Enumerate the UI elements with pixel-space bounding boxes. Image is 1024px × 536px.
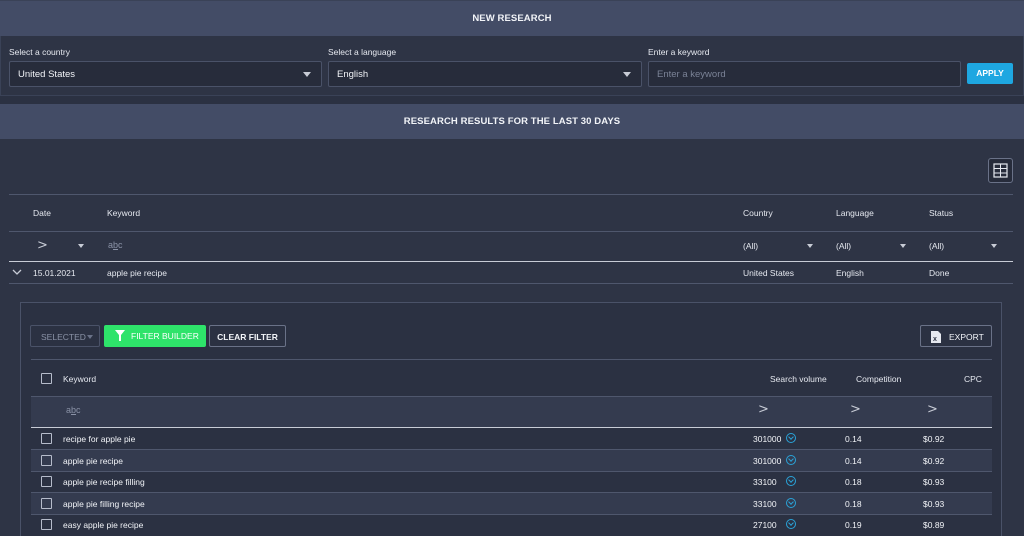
row-search-volume: 33100 [753, 477, 777, 487]
row-search-volume: 27100 [753, 520, 777, 530]
chevron-down-icon [623, 72, 631, 77]
chevron-down-icon [87, 335, 93, 339]
keyword-input[interactable]: Enter a keyword [648, 61, 961, 87]
chevron-down-circle-icon[interactable] [786, 455, 796, 465]
chevron-down-circle-icon[interactable] [786, 433, 796, 443]
col-status[interactable]: Status [929, 208, 953, 218]
row-keyword: recipe for apple pie [63, 434, 136, 444]
country-value: United States [18, 69, 76, 80]
row-keyword: easy apple pie recipe [63, 520, 144, 530]
row-checkbox[interactable] [41, 498, 52, 509]
chevron-down-circle-icon[interactable] [786, 476, 796, 486]
divider [9, 231, 1013, 232]
clear-filter-button[interactable]: CLEAR FILTER [209, 325, 286, 347]
row-search-volume: 301000 [753, 456, 782, 466]
country-label: Select a country [9, 47, 70, 57]
chevron-down-icon[interactable] [991, 244, 997, 248]
row-cpc: $0.89 [923, 520, 945, 530]
divider [31, 359, 992, 360]
col-competition[interactable]: Competition [856, 374, 901, 384]
search-volume-filter-operator[interactable]: > [758, 402, 769, 417]
keyword-label: Enter a keyword [648, 47, 710, 57]
col-cpc[interactable]: CPC [964, 374, 982, 384]
row-competition: 0.19 [845, 520, 862, 530]
divider [9, 194, 1013, 195]
selected-dropdown[interactable]: SELECTED [30, 325, 100, 347]
col-search-volume[interactable]: Search volume [770, 374, 827, 384]
new-research-title: NEW RESEARCH [0, 1, 1024, 36]
row-cpc: $0.92 [923, 456, 945, 466]
country-filter[interactable]: (All) [743, 241, 758, 251]
export-label: EXPORT [949, 332, 984, 342]
select-all-checkbox[interactable] [41, 373, 52, 384]
row-search-volume: 33100 [753, 499, 777, 509]
svg-text:x: x [933, 336, 937, 343]
table-row[interactable]: apple pie recipe filling 33100 0.18 $0.93 [31, 471, 992, 492]
row-cpc: $0.93 [923, 499, 945, 509]
apply-button[interactable]: APPLY [967, 63, 1013, 84]
results-title: RESEARCH RESULTS FOR THE LAST 30 DAYS [0, 104, 1024, 139]
row-checkbox[interactable] [41, 476, 52, 487]
row-keyword: apple pie recipe [107, 268, 168, 278]
country-select[interactable]: United States [9, 61, 322, 87]
row-checkbox[interactable] [41, 455, 52, 466]
row-keyword: apple pie filling recipe [63, 499, 145, 509]
status-filter[interactable]: (All) [929, 241, 944, 251]
row-checkbox[interactable] [41, 433, 52, 444]
chevron-down-icon[interactable] [78, 244, 84, 248]
col-language[interactable]: Language [836, 208, 874, 218]
language-value: English [337, 69, 369, 80]
cpc-filter-operator[interactable]: > [927, 402, 938, 417]
row-competition: 0.18 [845, 499, 862, 509]
keyword-placeholder: Enter a keyword [657, 69, 726, 80]
row-date: 15.01.2021 [33, 268, 76, 278]
row-search-volume: 301000 [753, 434, 782, 444]
language-select[interactable]: English [328, 61, 642, 87]
table-row[interactable]: apple pie recipe 301000 0.14 $0.92 [31, 450, 992, 471]
excel-icon: x [931, 331, 941, 343]
language-filter[interactable]: (All) [836, 241, 851, 251]
text-search-icon[interactable]: abc [66, 405, 81, 415]
chevron-down-icon[interactable] [12, 268, 22, 276]
chevron-down-circle-icon[interactable] [786, 519, 796, 529]
table-row[interactable]: apple pie filling recipe 33100 0.18 $0.93 [31, 493, 992, 514]
row-cpc: $0.92 [923, 434, 945, 444]
filter-builder-button[interactable]: FILTER BUILDER [104, 325, 206, 347]
table-row[interactable]: recipe for apple pie 301000 0.14 $0.92 [31, 428, 992, 449]
row-competition: 0.14 [845, 434, 862, 444]
row-keyword: apple pie recipe filling [63, 477, 145, 487]
date-filter-operator[interactable]: > [37, 238, 48, 253]
row-language: English [836, 268, 864, 278]
filter-builder-label: FILTER BUILDER [131, 331, 199, 341]
language-label: Select a language [328, 47, 397, 57]
row-checkbox[interactable] [41, 519, 52, 530]
competition-filter-operator[interactable]: > [850, 402, 861, 417]
export-button[interactable]: x EXPORT [920, 325, 992, 347]
text-search-icon: abc [108, 240, 123, 250]
results-row[interactable]: 15.01.2021 apple pie recipe United State… [9, 262, 1013, 283]
chevron-down-icon [303, 72, 311, 77]
selected-label: SELECTED [41, 332, 86, 342]
col-date[interactable]: Date [33, 208, 51, 218]
divider [9, 283, 1013, 284]
row-country: United States [743, 268, 795, 278]
row-competition: 0.18 [845, 477, 862, 487]
table-row[interactable]: easy apple pie recipe 27100 0.19 $0.89 [31, 514, 992, 535]
chevron-down-circle-icon[interactable] [786, 498, 796, 508]
row-cpc: $0.93 [923, 477, 945, 487]
detail-filter-row [31, 397, 992, 427]
col-country[interactable]: Country [743, 208, 773, 218]
chevron-down-icon[interactable] [807, 244, 813, 248]
row-competition: 0.14 [845, 456, 862, 466]
col-detail-keyword[interactable]: Keyword [63, 374, 96, 384]
row-keyword: apple pie recipe [63, 456, 124, 466]
col-keyword[interactable]: Keyword [107, 208, 140, 218]
chevron-down-icon[interactable] [900, 244, 906, 248]
row-status: Done [929, 268, 950, 278]
column-chooser-icon[interactable] [988, 158, 1013, 183]
funnel-icon [115, 330, 125, 341]
